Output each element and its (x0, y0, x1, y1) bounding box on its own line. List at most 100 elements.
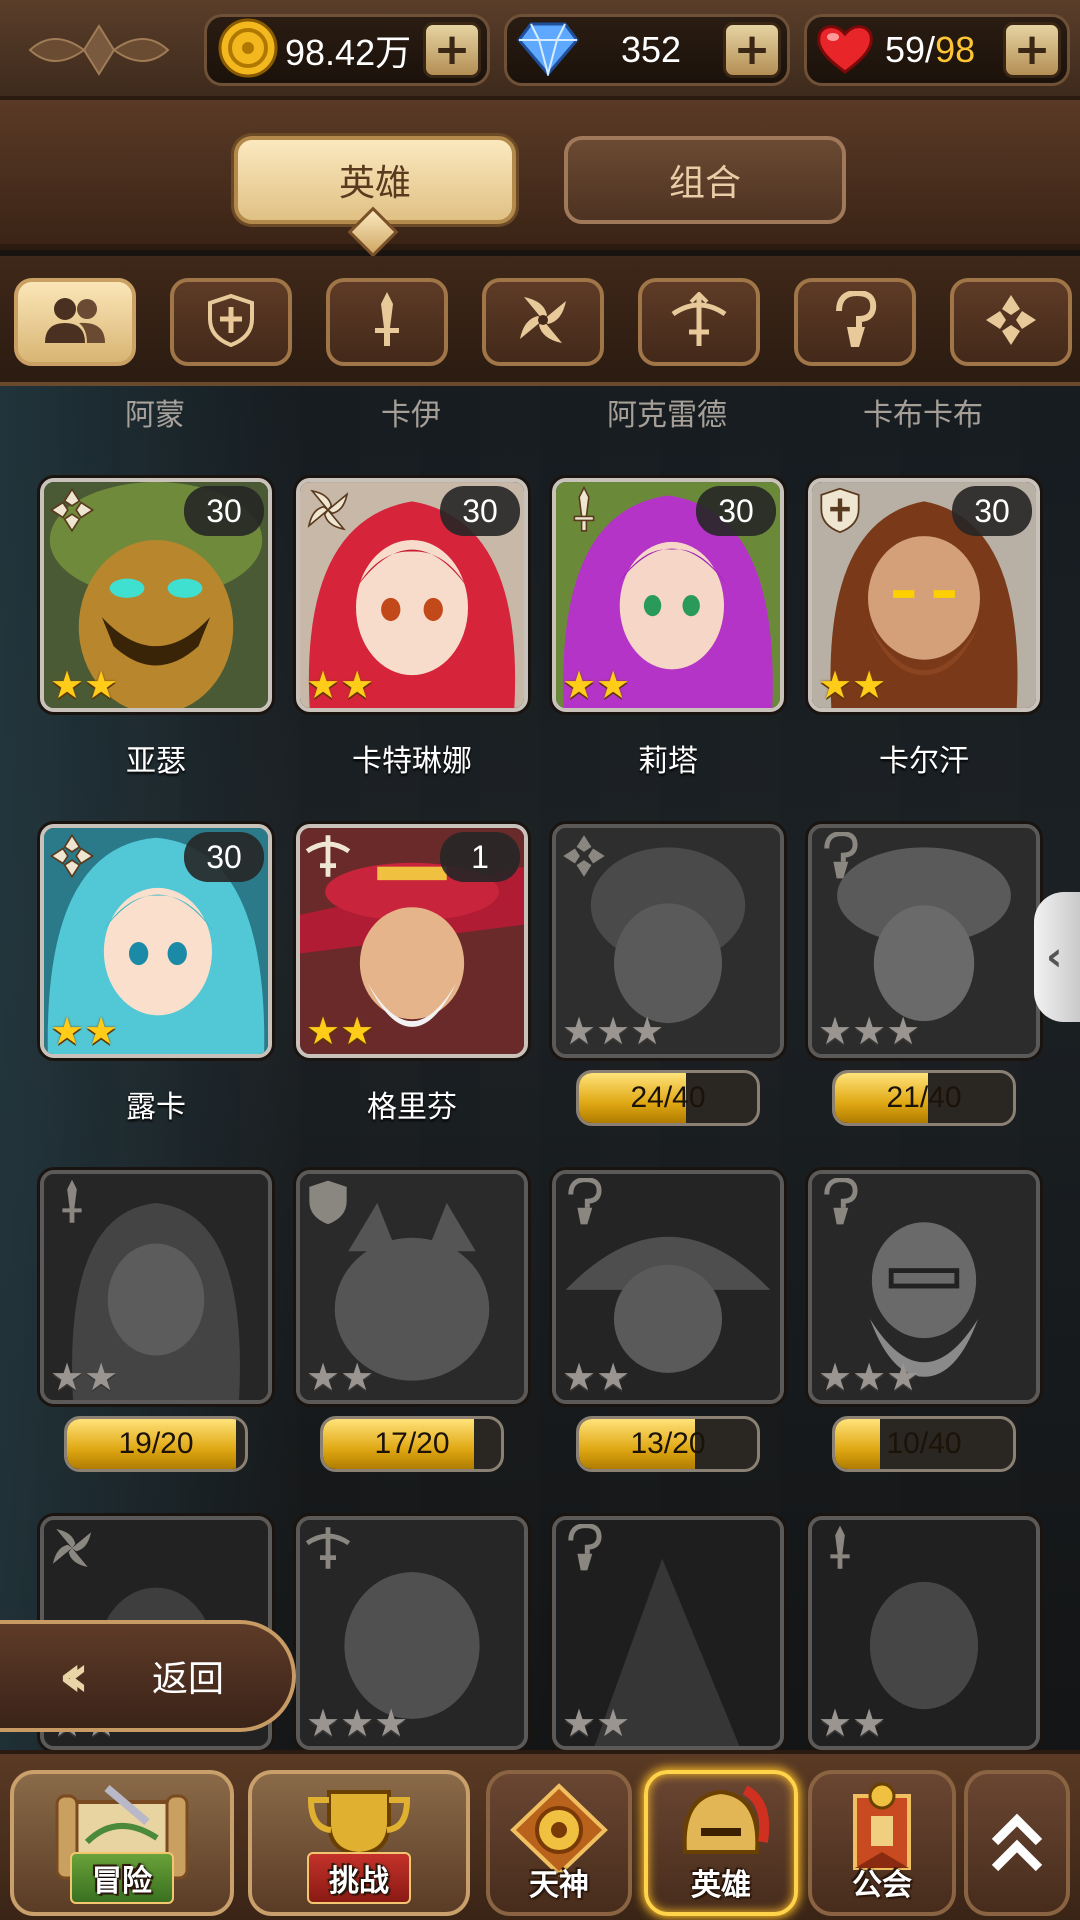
ranger-class-icon (304, 1524, 352, 1572)
star-rating: ★★ (562, 1701, 631, 1745)
class-filter-bar (0, 256, 1080, 386)
hero-card[interactable]: 30 ★★ (40, 824, 272, 1058)
shard-progress-bar: 10/40 (832, 1416, 1016, 1472)
star-rating: ★★ (818, 663, 887, 707)
shard-count: 19/20 (118, 1427, 194, 1460)
shard-progress-bar: 24/40 (576, 1070, 760, 1126)
mage-class-icon (560, 1523, 608, 1572)
group-icon (43, 295, 107, 349)
hero-name: 卡布卡布 (863, 398, 983, 433)
shard-progress-bar: 17/20 (320, 1416, 504, 1472)
add-gems-button[interactable]: + (723, 22, 781, 78)
hero-name: 格里芬 (367, 1090, 457, 1125)
locked-hero-card[interactable]: ★★ (808, 1516, 1040, 1750)
locked-hero-card[interactable]: ★★ (296, 1170, 528, 1404)
nav-label: 冒险 (70, 1852, 174, 1904)
star-rating: ★★★ (818, 1009, 921, 1053)
filter-ranger-button[interactable] (638, 278, 760, 366)
back-button[interactable]: ‹‹ 返回 (0, 1620, 296, 1732)
filter-support-button[interactable] (950, 278, 1072, 366)
add-gold-button[interactable]: + (423, 22, 481, 78)
stamina-counter: 59/98 + (804, 14, 1070, 86)
locked-hero-card[interactable]: ★★★ (552, 824, 784, 1058)
star-rating: ★★ (818, 1701, 887, 1745)
shard-progress-bar: 19/20 (64, 1416, 248, 1472)
hero-card[interactable]: 30 ★★ (296, 478, 528, 712)
hero-name: 阿克雷德 (607, 398, 727, 433)
resource-bar: 98.42万 + 352 + 59/98 + (0, 0, 1080, 100)
nav-hero[interactable]: 英雄 (644, 1770, 798, 1916)
shard-progress-bar: 21/40 (832, 1070, 1016, 1126)
defender-class-icon (304, 1178, 352, 1226)
locked-hero-card[interactable]: ★★★ (808, 824, 1040, 1058)
shield-icon (206, 293, 256, 351)
star-rating: ★★★ (818, 1355, 921, 1399)
star-rating: ★★ (50, 663, 119, 707)
star-rating: ★★ (50, 1009, 119, 1053)
hero-level: 30 (184, 486, 264, 536)
warrior-class-icon (48, 1178, 96, 1226)
support-class-icon (48, 832, 96, 880)
star-rating: ★★ (50, 1355, 119, 1399)
nav-label: 挑战 (307, 1852, 411, 1904)
nav-challenge[interactable]: 挑战 (248, 1770, 470, 1916)
locked-hero-card[interactable]: ★★ (552, 1170, 784, 1404)
mage-class-icon (560, 1177, 608, 1226)
filter-assassin-button[interactable] (482, 278, 604, 366)
gold-coin-icon (217, 17, 279, 83)
nav-label: 公会 (852, 1868, 912, 1903)
warrior-class-icon (560, 485, 608, 534)
star-rating: ★★ (306, 1355, 375, 1399)
nav-adventure[interactable]: 冒险 (10, 1770, 234, 1916)
hero-name: 阿蒙 (125, 398, 185, 433)
filter-mage-button[interactable] (794, 278, 916, 366)
shard-progress-bar: 13/20 (576, 1416, 760, 1472)
nav-expand-button[interactable] (964, 1770, 1070, 1916)
hero-card[interactable]: 30 ★★ (808, 478, 1040, 712)
filter-all-button[interactable] (14, 278, 136, 366)
staff-icon (833, 289, 877, 353)
star-rating: ★★ (562, 1355, 631, 1399)
shard-count: 21/40 (886, 1081, 962, 1114)
nav-guild[interactable]: 公会 (808, 1770, 956, 1916)
hero-name: 卡伊 (381, 398, 441, 433)
hero-level: 30 (440, 486, 520, 536)
add-stamina-button[interactable]: + (1003, 22, 1061, 78)
double-chevron-left-icon: ‹‹ (58, 1641, 89, 1711)
defender-class-icon (816, 486, 864, 534)
ranger-class-icon (304, 832, 352, 880)
hero-level: 30 (184, 832, 264, 882)
hero-name: 莉塔 (638, 744, 698, 779)
gold-value: 98.42万 (285, 32, 412, 73)
cross-icon (982, 291, 1040, 353)
side-panel-toggle[interactable]: ‹ (1034, 892, 1080, 1022)
hero-card[interactable]: 30 ★★ (40, 478, 272, 712)
locked-hero-card[interactable]: ★★ (552, 1516, 784, 1750)
hero-level: 30 (952, 486, 1032, 536)
filter-warrior-button[interactable] (326, 278, 448, 366)
filter-defender-button[interactable] (170, 278, 292, 366)
shard-count: 10/40 (886, 1427, 962, 1460)
crossbow-icon (669, 291, 729, 352)
support-class-icon (48, 486, 96, 534)
shard-count: 13/20 (630, 1427, 706, 1460)
hero-name: 卡特琳娜 (352, 744, 472, 779)
star-rating: ★★★ (306, 1701, 409, 1745)
nav-label: 天神 (529, 1868, 589, 1903)
locked-hero-card[interactable]: ★★★ (808, 1170, 1040, 1404)
hero-card[interactable]: 1 ★★ (296, 824, 528, 1058)
locked-hero-card[interactable]: ★★ (40, 1170, 272, 1404)
shard-count: 24/40 (630, 1081, 706, 1114)
star-rating: ★★ (306, 1009, 375, 1053)
locked-hero-card[interactable]: ★★★ (296, 1516, 528, 1750)
sword-icon (367, 290, 407, 354)
warrior-class-icon (816, 1524, 864, 1572)
hero-card[interactable]: 30 ★★ (552, 478, 784, 712)
gem-counter: 352 + (504, 14, 790, 86)
shuriken-icon (514, 291, 572, 353)
star-rating: ★★ (562, 663, 631, 707)
assassin-class-icon (304, 486, 352, 534)
shard-count: 17/20 (374, 1427, 450, 1460)
tab-combos[interactable]: 组合 (564, 136, 846, 224)
nav-god[interactable]: 天神 (486, 1770, 632, 1916)
